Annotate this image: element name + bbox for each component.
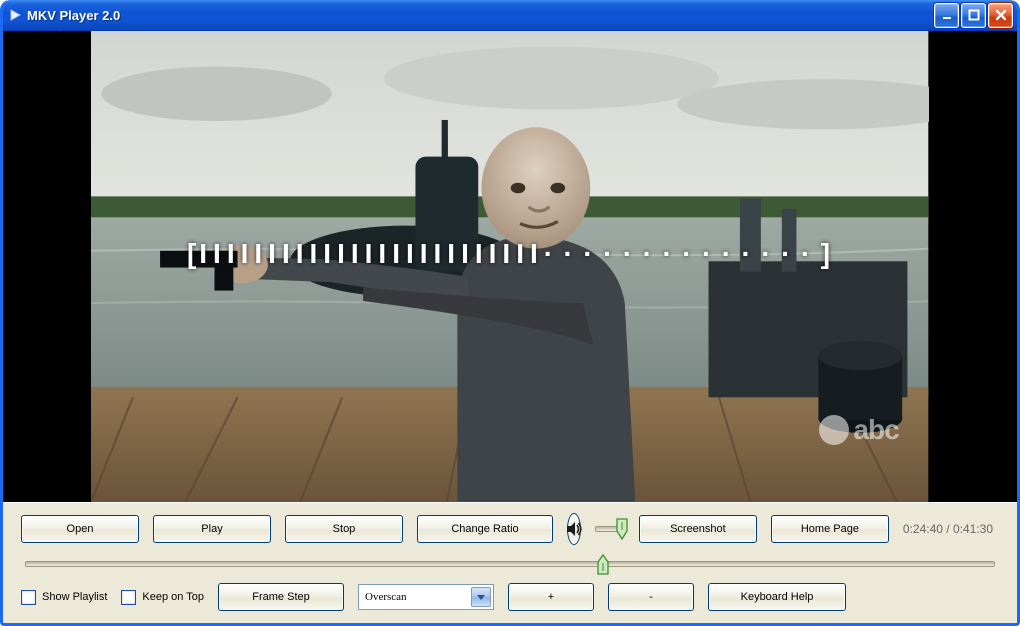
control-row-1: Open Play Stop Change Ratio [21,513,999,545]
app-window: MKV Player 2.0 [0,0,1020,626]
stop-button[interactable]: Stop [285,515,403,543]
window-title: MKV Player 2.0 [27,8,120,23]
screenshot-button[interactable]: Screenshot [639,515,757,543]
timecode: 0:24:40 / 0:41:30 [903,522,999,536]
close-button[interactable] [988,3,1013,28]
abc-logo-text: abc [853,414,898,446]
speaker-icon [565,520,583,538]
maximize-button[interactable] [961,3,986,28]
abc-logo-dot [819,415,849,445]
seek-thumb[interactable] [596,554,610,576]
caption-buttons [934,3,1013,28]
volume-thumb[interactable] [615,517,629,541]
checkbox-box [21,590,36,605]
control-panel: Open Play Stop Change Ratio [3,502,1017,623]
chevron-down-icon [471,587,491,607]
home-page-button[interactable]: Home Page [771,515,889,543]
open-button[interactable]: Open [21,515,139,543]
change-ratio-button[interactable]: Change Ratio [417,515,553,543]
overscan-selected: Overscan [365,591,407,603]
titlebar[interactable]: MKV Player 2.0 [3,0,1017,31]
video-frame: abc [IIIIIIIIIIIIIIIIIIIIIIIII..........… [91,31,928,502]
minimize-button[interactable] [934,3,959,28]
checkbox-box [121,590,136,605]
osd-volume-indicator: [IIIIIIIIIIIIIIIIIIIIIIIII..............… [187,238,833,270]
frame-step-button[interactable]: Frame Step [218,583,344,611]
seek-bar[interactable] [21,555,999,573]
show-playlist-checkbox[interactable]: Show Playlist [21,590,107,605]
video-area[interactable]: abc [IIIIIIIIIIIIIIIIIIIIIIIII..........… [3,31,1017,502]
overscan-select[interactable]: Overscan [358,584,494,610]
show-playlist-label: Show Playlist [42,591,107,603]
seek-rail [25,561,995,567]
app-icon [9,9,21,21]
control-row-2: Show Playlist Keep on Top Frame Step Ove… [21,583,999,611]
time-total: 0:41:30 [953,522,993,536]
time-current: 0:24:40 [903,522,943,536]
keyboard-help-button[interactable]: Keyboard Help [708,583,846,611]
keep-on-top-label: Keep on Top [142,591,204,603]
zoom-in-button[interactable]: + [508,583,594,611]
broadcast-watermark: abc [819,414,898,446]
zoom-out-button[interactable]: - [608,583,694,611]
keep-on-top-checkbox[interactable]: Keep on Top [121,590,204,605]
volume-slider[interactable] [595,519,625,539]
mute-button[interactable] [567,513,581,545]
play-button[interactable]: Play [153,515,271,543]
